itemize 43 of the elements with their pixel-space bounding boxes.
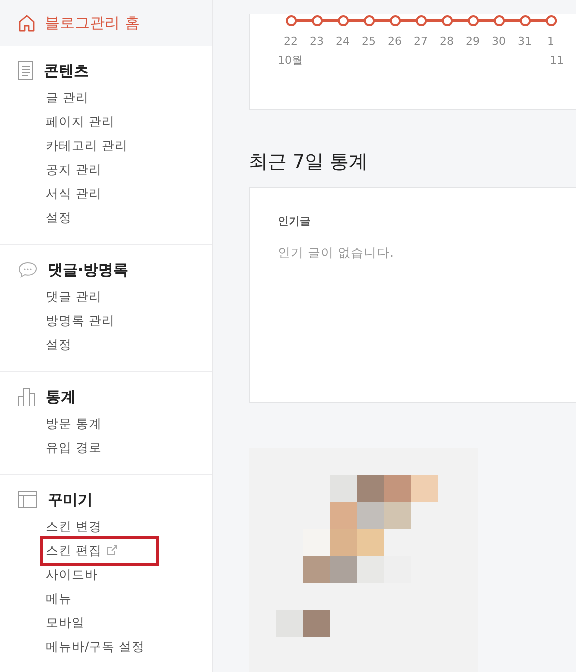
card-label: 인기글 <box>278 214 312 230</box>
axis-label: 23 <box>309 34 325 50</box>
menu-link[interactable]: 유입 경로 <box>46 436 102 460</box>
month-label: 10월 <box>278 52 303 68</box>
menu-link[interactable]: 페이지 관리 <box>46 110 115 134</box>
section-heading: 최근 7일 통계 <box>249 150 370 175</box>
menu-link[interactable]: 댓글 관리 <box>46 285 102 309</box>
layout-icon <box>18 491 38 509</box>
month-label: 11 <box>550 52 564 68</box>
menu-link[interactable]: 설정 <box>46 333 72 357</box>
axis-label: 25 <box>361 34 377 50</box>
menu-link[interactable]: 스킨 편집 <box>43 539 156 563</box>
axis-label: 26 <box>387 34 403 50</box>
menu-link[interactable]: 방명록 관리 <box>46 309 115 333</box>
menu-link[interactable]: 메뉴바/구독 설정 <box>46 635 146 659</box>
menu-link[interactable]: 공지 관리 <box>46 158 102 182</box>
home-icon <box>18 14 36 32</box>
menu-link[interactable]: 방문 통계 <box>46 412 102 436</box>
axis-label: 1 <box>546 34 556 50</box>
speech-bubble-icon <box>18 261 38 279</box>
axis-label: 22 <box>283 34 299 50</box>
menu-link[interactable]: 설정 <box>46 206 72 230</box>
bar-chart-icon <box>18 387 36 407</box>
axis-label: 31 <box>517 34 533 50</box>
menu-link[interactable]: 메뉴 <box>46 587 72 611</box>
section-title: 통계 <box>46 386 76 408</box>
menu-link[interactable]: 사이드바 <box>46 563 98 587</box>
menu-link[interactable]: 서식 관리 <box>46 182 102 206</box>
menu-link[interactable]: 모바일 <box>46 611 85 635</box>
external-link-icon <box>106 545 118 556</box>
axis-label: 29 <box>465 34 481 50</box>
axis-label: 28 <box>439 34 455 50</box>
axis-label: 24 <box>335 34 351 50</box>
document-icon <box>18 61 34 81</box>
menu-link[interactable]: 스킨 변경 <box>46 515 102 539</box>
empty-message: 인기 글이 없습니다. <box>278 244 395 262</box>
axis-label: 30 <box>491 34 507 50</box>
axis-label: 27 <box>413 34 429 50</box>
menu-link[interactable]: 카테고리 관리 <box>46 134 128 158</box>
section-title: 댓글·방명록 <box>48 260 129 281</box>
section-title: 콘텐츠 <box>44 60 89 82</box>
section-title: 꾸미기 <box>48 490 93 511</box>
menu-link[interactable]: 글 관리 <box>46 86 89 110</box>
